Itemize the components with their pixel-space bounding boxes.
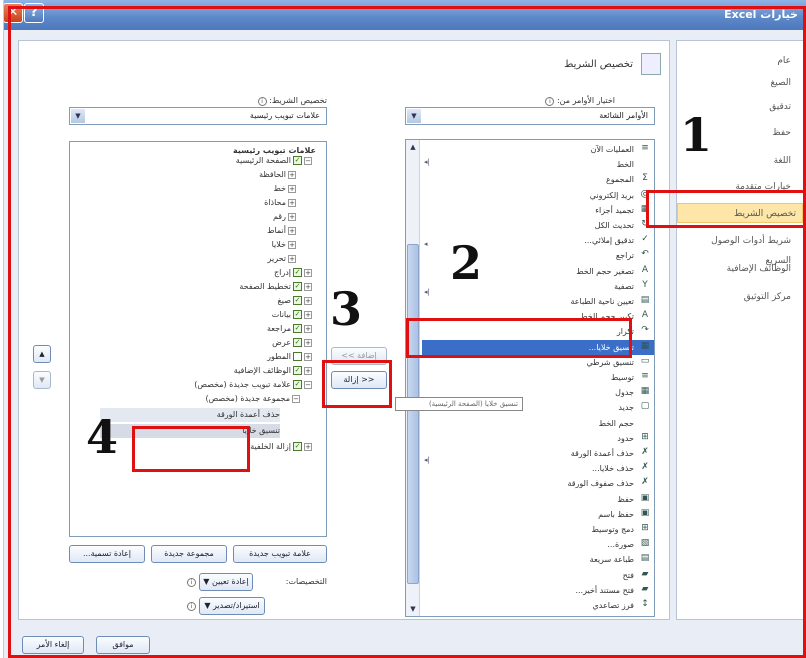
window-edge <box>0 0 4 658</box>
annotation-box-4 <box>132 426 250 472</box>
annotation-box-3 <box>322 360 392 408</box>
annotation-number-1: 1 <box>680 108 713 162</box>
annotation-number-3: 3 <box>330 282 363 336</box>
annotation-box-1 <box>646 190 806 228</box>
annotation-box-2 <box>406 318 632 358</box>
annotation-number-4: 4 <box>86 410 119 464</box>
annotation-number-2: 2 <box>450 236 483 290</box>
